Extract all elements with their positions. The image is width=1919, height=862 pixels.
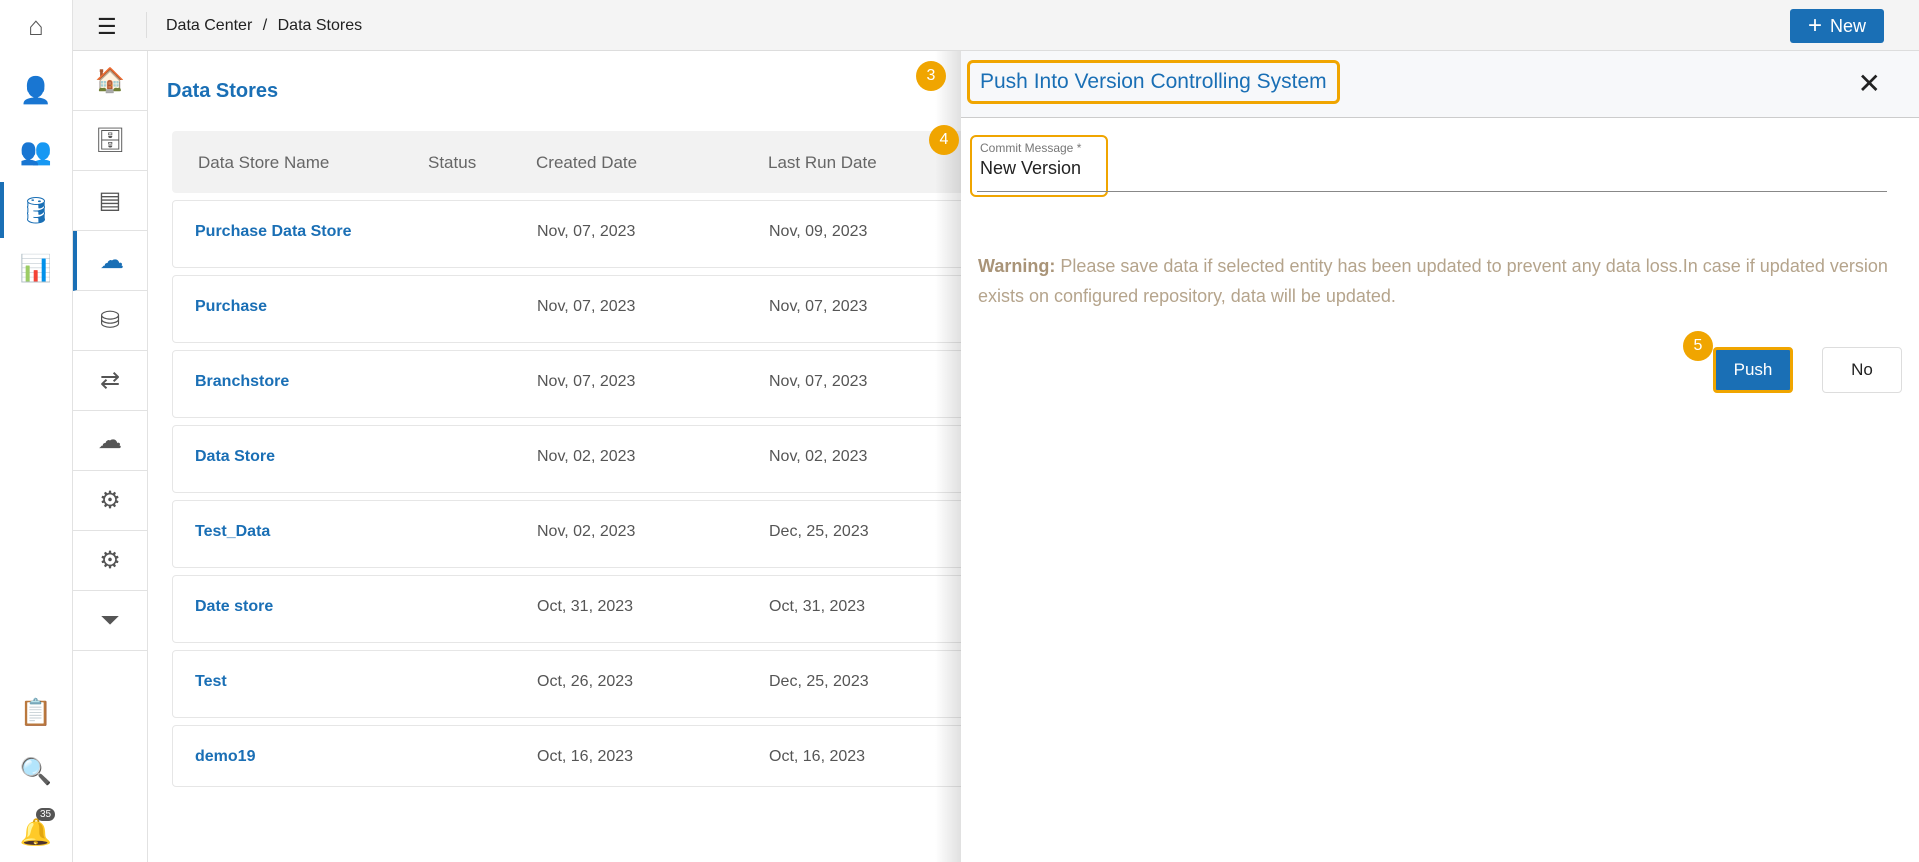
step-marker-5: 5 — [1683, 331, 1713, 361]
panel-title: Push Into Version Controlling System — [967, 60, 1340, 104]
data-home-icon[interactable]: 🏠 — [73, 51, 147, 111]
commit-message-label: Commit Message * — [980, 141, 1082, 155]
table-row[interactable]: Test Oct, 26, 2023 Dec, 25, 2023 — [172, 650, 972, 718]
last-run-date: Oct, 31, 2023 — [769, 598, 866, 615]
close-icon[interactable]: ✕ — [1858, 67, 1881, 100]
panel-shadow — [935, 51, 961, 862]
no-button[interactable]: No — [1822, 347, 1902, 393]
column-header-status[interactable]: Status — [428, 153, 476, 173]
data-center-sidebar: 🏠 🗄 ▤ ☁ ⛁ ⇄ ☁ ⚙ ⚙ ⏷ — [73, 51, 148, 862]
server-icon[interactable]: ▤ — [73, 171, 147, 231]
commit-message-field[interactable]: Commit Message * New Version — [970, 135, 1108, 197]
created-date: Oct, 16, 2023 — [537, 748, 634, 765]
data-store-name-link[interactable]: Branchstore — [195, 373, 289, 391]
input-underline — [977, 191, 1887, 192]
users-group-icon[interactable]: 👥 — [18, 133, 54, 169]
data-code-icon[interactable]: ⛁ — [73, 291, 147, 351]
created-date: Nov, 07, 2023 — [537, 298, 636, 315]
column-header-created[interactable]: Created Date — [536, 153, 637, 173]
table-row[interactable]: Test_Data Nov, 02, 2023 Dec, 25, 2023 — [172, 500, 972, 568]
table-row[interactable]: demo19 Oct, 16, 2023 Oct, 16, 2023 — [172, 725, 972, 787]
data-connector-icon[interactable]: 🗄 — [73, 111, 147, 171]
active-indicator — [0, 182, 4, 238]
panel-header: Push Into Version Controlling System ✕ — [961, 51, 1919, 118]
data-store-icon[interactable]: ☁ — [73, 231, 147, 291]
plus-icon: + — [1807, 12, 1822, 39]
push-button[interactable]: Push — [1713, 347, 1793, 393]
cloud-icon[interactable]: ☁ — [73, 411, 147, 471]
table-row[interactable]: Data Store Nov, 02, 2023 Nov, 02, 2023 — [172, 425, 972, 493]
created-date: Nov, 02, 2023 — [537, 523, 636, 540]
created-date: Nov, 07, 2023 — [537, 373, 636, 390]
report-search-icon[interactable]: 📋 — [18, 694, 54, 730]
table-row[interactable]: Branchstore Nov, 07, 2023 Nov, 07, 2023 — [172, 350, 972, 418]
data-store-name-link[interactable]: Purchase — [195, 298, 267, 316]
warning-message: Please save data if selected entity has … — [978, 256, 1888, 306]
table-header: Data Store Name Status Created Date Last… — [172, 131, 972, 193]
column-header-name[interactable]: Data Store Name — [198, 153, 329, 173]
last-run-date: Nov, 07, 2023 — [769, 298, 868, 315]
last-run-date: Dec, 25, 2023 — [769, 673, 869, 690]
data-store-name-link[interactable]: demo19 — [195, 748, 255, 766]
step-marker-3: 3 — [916, 61, 946, 91]
commit-message-input[interactable]: New Version — [980, 158, 1098, 179]
created-date: Oct, 31, 2023 — [537, 598, 634, 615]
table-row[interactable]: Purchase Nov, 07, 2023 Nov, 07, 2023 — [172, 275, 972, 343]
column-header-last-run[interactable]: Last Run Date — [768, 153, 877, 173]
data-search-icon[interactable]: 🔍 — [18, 753, 54, 789]
divider — [146, 12, 147, 38]
page-title: Data Stores — [167, 80, 279, 102]
data-store-name-link[interactable]: Test — [195, 673, 227, 691]
breadcrumb: Data Center / Data Stores — [166, 17, 362, 35]
created-date: Nov, 07, 2023 — [537, 223, 636, 240]
notification-badge: 35 — [36, 808, 56, 821]
data-transform-icon[interactable]: ⇄ — [73, 351, 147, 411]
top-bar: ☰ Data Center / Data Stores + New — [73, 0, 1919, 51]
last-run-date: Nov, 07, 2023 — [769, 373, 868, 390]
breadcrumb-current: Data Stores — [277, 17, 363, 34]
step-marker-4: 4 — [929, 125, 959, 155]
table-row[interactable]: Purchase Data Store Nov, 07, 2023 Nov, 09,… — [172, 200, 972, 268]
main-sidebar: ⌂ 👤 👥 🛢 📊 📋 🔍 🔔 35 — [0, 0, 73, 862]
data-store-name-link[interactable]: Purchase Data Store — [195, 223, 352, 241]
new-button[interactable]: + New — [1790, 9, 1884, 43]
last-run-date: Nov, 09, 2023 — [769, 223, 868, 240]
last-run-date: Nov, 02, 2023 — [769, 448, 868, 465]
home-icon[interactable]: ⌂ — [18, 8, 54, 44]
data-center-icon[interactable]: 🛢 — [18, 192, 54, 228]
data-store-name-link[interactable]: Date store — [195, 598, 273, 616]
hamburger-menu-icon[interactable]: ☰ — [97, 14, 117, 40]
data-store-name-link[interactable]: Data Store — [195, 448, 275, 466]
last-run-date: Oct, 16, 2023 — [769, 748, 866, 765]
presentation-icon[interactable]: 📊 — [18, 250, 54, 286]
created-date: Oct, 26, 2023 — [537, 673, 634, 690]
warning-text: Warning: Please save data if selected en… — [978, 251, 1888, 311]
new-button-label: New — [1830, 15, 1867, 36]
breadcrumb-parent[interactable]: Data Center — [166, 17, 252, 34]
breadcrumb-separator: / — [262, 17, 268, 34]
filter-settings-icon[interactable]: ⏷ — [73, 591, 147, 651]
table-row[interactable]: Date store Oct, 31, 2023 Oct, 31, 2023 — [172, 575, 972, 643]
push-version-panel: Push Into Version Controlling System ✕ 3… — [916, 51, 1919, 862]
data-settings-icon[interactable]: ⚙ — [73, 471, 147, 531]
created-date: Nov, 02, 2023 — [537, 448, 636, 465]
last-run-date: Dec, 25, 2023 — [769, 523, 869, 540]
api-icon[interactable]: ⚙ — [73, 531, 147, 591]
data-store-name-link[interactable]: Test_Data — [195, 523, 270, 541]
warning-label: Warning: — [978, 256, 1056, 276]
user-settings-icon[interactable]: 👤 — [18, 72, 54, 108]
